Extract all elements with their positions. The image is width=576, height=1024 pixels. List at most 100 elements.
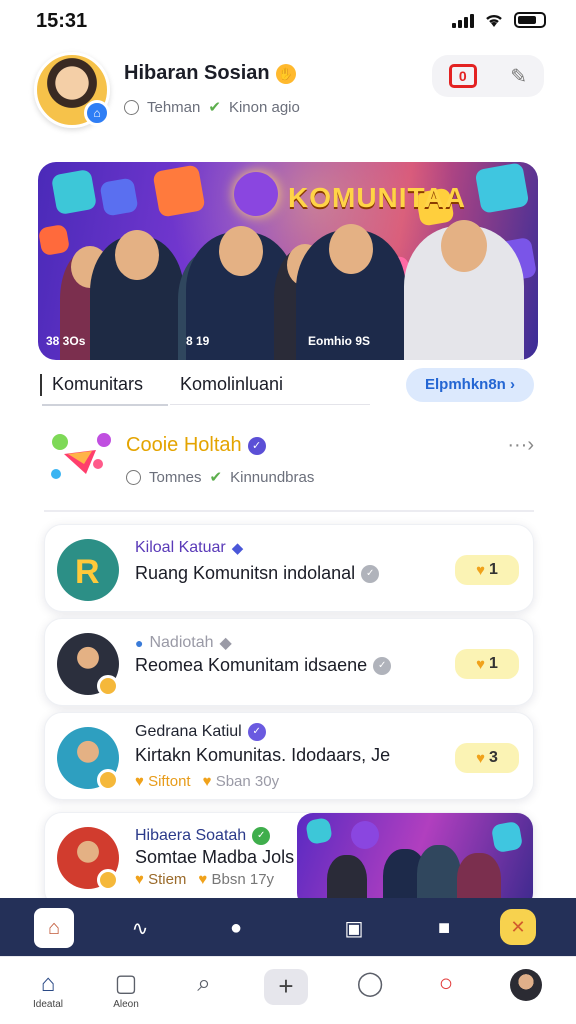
heart-icon: ♥ [476, 561, 485, 579]
card-description: Ruang Komunitsn indolanal ✓ [135, 563, 380, 584]
search-icon: ⌕ [197, 970, 211, 997]
community-card[interactable]: ● Nadiotah ◆ Reomea Komunitam idsaene ✓ … [44, 618, 534, 706]
like-count-badge[interactable]: ♥ 3 [455, 743, 519, 773]
user-icon[interactable]: ● [216, 908, 256, 948]
card-description-text: Somtae Madba Jols [135, 847, 295, 867]
tab-notifications[interactable]: ○ [426, 969, 466, 999]
community-card[interactable]: Hibaera Soatah ✓ Somtae Madba Jols ♥ Sti… [44, 812, 534, 909]
verified-badge-icon: ✓ [247, 436, 266, 455]
banner-title: KOMUNITAA [288, 182, 467, 213]
home-icon: ⌂ [40, 970, 56, 997]
avatar-badge-icon [97, 869, 119, 891]
verified-icon: ✓ [252, 827, 271, 845]
card-name-text: Kiloal Katuar [135, 539, 226, 556]
header-actions: 0 ✎ [432, 55, 544, 97]
heart-icon: ♥ [202, 773, 212, 790]
like-count-badge[interactable]: ♥ 1 [455, 555, 519, 585]
card-meta: ♥ Siftont ♥ Sban 30y [135, 773, 279, 790]
page-title-text: Hibaran Sosian [124, 62, 270, 84]
promo-image[interactable] [297, 813, 533, 909]
card-description: Reomea Komunitam idsaene ✓ [135, 655, 392, 676]
like-count-badge[interactable]: ♥ 1 [455, 649, 519, 679]
card-name-text: Nadiotah [149, 634, 214, 651]
card-description: Somtae Madba Jols [135, 847, 294, 868]
featured-community[interactable]: Cooie Holtah ✓ Tomnes ✔ Kinnundbras ···› [44, 424, 536, 496]
secondary-dock: ⌂ ∿ ● ▣ ■ ✕ [0, 898, 576, 956]
like-count: 3 [489, 749, 498, 766]
chat-icon: ◯ [356, 970, 384, 997]
header-meta-b: Kinon agio [228, 98, 300, 116]
letter-r-icon: R [75, 553, 100, 591]
wifi-icon [486, 14, 502, 27]
card-meta-b: ♥ Sban 30y [202, 773, 280, 790]
card-name: Gedrana Katiul ✓ [135, 723, 266, 741]
cube-icon[interactable]: ■ [424, 908, 464, 948]
verified-icon: ✓ [373, 656, 392, 675]
megaphone-icon: ◆ [231, 540, 244, 557]
card-name-text: Gedrana Katiul [135, 723, 242, 740]
featured-title-text: Cooie Holtah [126, 434, 242, 456]
profile-avatar-small [510, 969, 542, 1001]
heart-icon: ♥ [476, 749, 485, 767]
banner-caption-left: 38 3Os [46, 334, 86, 348]
card-name: Kiloal Katuar ◆ [135, 539, 243, 557]
status-time: 15:31 [36, 10, 88, 32]
avatar-badge-icon [97, 675, 119, 697]
featured-meta-b: Kinnundbras [230, 468, 315, 486]
gift-balloons-icon [51, 433, 111, 479]
status-icons [452, 12, 546, 28]
card-description-text: Reomea Komunitam idsaene [135, 655, 368, 675]
tab-create[interactable]: + [264, 969, 312, 1005]
live-icon[interactable]: 0 [448, 64, 477, 88]
signal-icon [452, 12, 474, 28]
card-description-text: Kirtakn Komunitas. Idodaars, Je [135, 745, 391, 765]
svg-text:R: R [75, 553, 100, 591]
heart-icon: ♥ [135, 871, 144, 888]
house-icon[interactable]: ⌂ [34, 908, 74, 948]
plus-icon: + [264, 969, 308, 1005]
tools-icon[interactable]: ✎ [510, 64, 527, 89]
wave-icon[interactable]: ∿ [120, 908, 160, 948]
community-card[interactable]: Gedrana Katiul ✓ Kirtakn Komunitas. Idod… [44, 712, 534, 800]
card-meta-a: ♥ Siftont [135, 773, 191, 790]
featured-meta-a: Tomnes [149, 468, 202, 486]
explore-button[interactable]: Elpmhkn8n › [406, 368, 534, 402]
banner-caption-right: Eomhio 9S [308, 334, 371, 348]
community-tabs: Komunitars Komolinluani Elpmhkn8n › [40, 366, 540, 406]
card-name: ● Nadiotah ◆ [135, 633, 232, 653]
heart-icon: ♥ [198, 871, 208, 888]
tab-home[interactable]: ⌂ Ideatal [28, 969, 68, 1010]
battery-icon [514, 12, 546, 28]
like-count: 1 [489, 561, 498, 578]
featured-meta: Tomnes ✔ Kinnundbras [126, 468, 314, 486]
card-meta: ♥ Stiem ♥ Bbsn 17y [135, 871, 274, 888]
dot-icon: ● [135, 635, 144, 651]
verified-icon: ✓ [361, 564, 380, 583]
handshake-icon[interactable]: ✕ [500, 909, 536, 945]
community-banner[interactable]: KOMUNITAA 38 3Os 8 19 Eomhio 9S [38, 162, 538, 360]
card-description-text: Ruang Komunitsn indolanal [135, 563, 356, 583]
tab-komunitars[interactable]: Komunitars [52, 374, 143, 395]
megaphone-icon: ◆ [219, 635, 232, 652]
tab-chat[interactable]: ◯ [350, 969, 390, 999]
tab-search[interactable]: ⌕ [184, 969, 224, 999]
card-meta-a: ♥ Stiem [135, 871, 187, 888]
divider [44, 510, 534, 512]
card-name-text: Hibaera Soatah [135, 827, 247, 844]
explore-button-label: Elpmhkn8n [424, 376, 506, 393]
tab-profile[interactable] [506, 969, 546, 1001]
check-icon: ✔ [208, 99, 221, 116]
like-count: 1 [489, 655, 498, 672]
monitor-icon[interactable]: ▣ [334, 908, 374, 948]
home-badge-icon: ⌂ [84, 100, 110, 126]
community-card[interactable]: R Kiloal Katuar ◆ Ruang Komunitsn indola… [44, 524, 534, 612]
more-icon[interactable]: ···› [507, 434, 534, 457]
tab-komolinluani[interactable]: Komolinluani [180, 374, 283, 395]
card-meta-b: ♥ Bbsn 17y [198, 871, 275, 888]
hand-emoji-icon: ✋ [275, 63, 296, 84]
verified-icon: ✓ [247, 723, 266, 741]
tab-second[interactable]: ▢ Aleon [106, 969, 146, 1010]
status-bar: 15:31 [0, 0, 576, 44]
page-title: Hibaran Sosian ✋ [124, 62, 296, 85]
heart-icon: ♥ [476, 655, 485, 673]
